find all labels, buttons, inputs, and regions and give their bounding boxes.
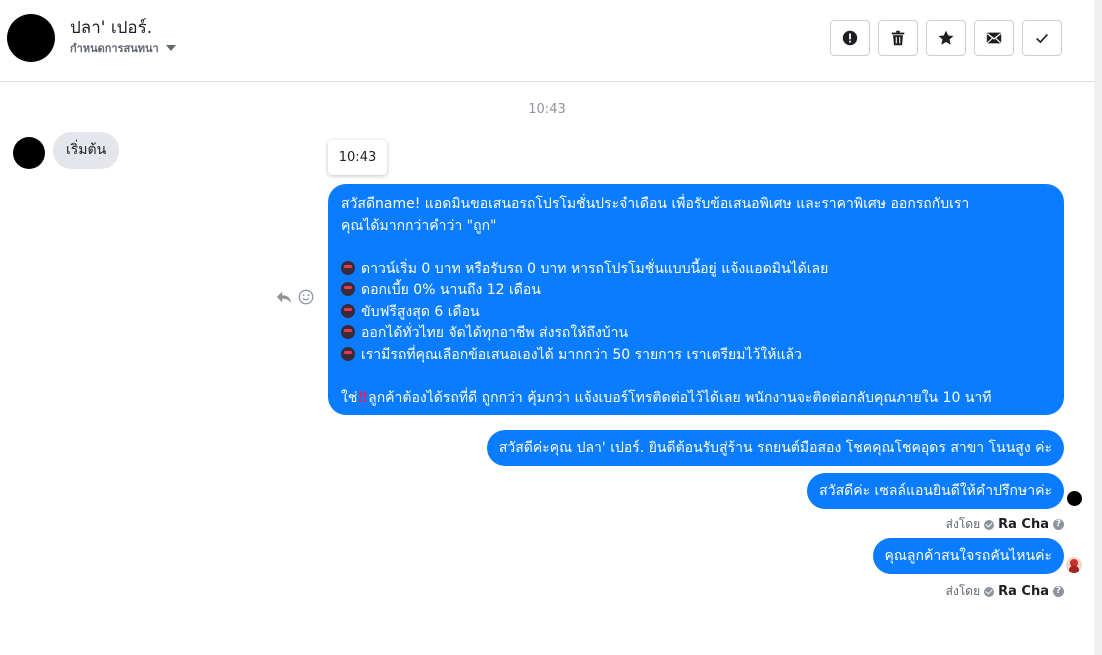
read-receipt-avatar — [1067, 491, 1082, 506]
contact-name[interactable]: ปลา' เปอร์. — [70, 14, 152, 41]
scrollbar[interactable] — [1094, 0, 1102, 655]
check-icon — [1036, 33, 1048, 44]
contact-avatar[interactable] — [7, 14, 55, 62]
promo-bullet: ดอกเบี้ย 0% นานถึง 12 เดือน — [341, 280, 1051, 302]
caret-down-icon — [165, 45, 176, 51]
message-thread[interactable]: 10:43 เริ่มต้น 10:43 สวัสดีname! แอดมินข… — [0, 83, 1094, 655]
conversation-stage-label: กำหนดการสนทนา — [70, 42, 159, 55]
sent-by-label: ส่งโดย — [945, 517, 981, 531]
help-icon[interactable]: ? — [1053, 586, 1064, 597]
question-message-bubble[interactable]: คุณลูกค้าสนใจรถคันไหนค่ะ — [872, 538, 1064, 574]
conversation-header: ปลา' เปอร์. กำหนดการสนทนา — [0, 0, 1094, 82]
sent-by-info: ส่งโดย Ra Cha ? — [946, 582, 1064, 601]
conversation-toolbar — [830, 20, 1062, 56]
promo-footer-prefix: ใช่ — [341, 389, 358, 406]
promo-bullet: ดาวน์เริ่ม 0 บาท หรือรับรถ 0 บาท หารถโปร… — [341, 259, 1051, 281]
reply-icon[interactable] — [275, 288, 293, 306]
time-separator: 10:43 — [528, 102, 566, 117]
promo-bullet: เรามีรถที่คุณเลือกข้อเสนอเองได้ มากกว่า … — [341, 345, 1051, 367]
double-exclamation-icon: ‼ — [358, 389, 368, 406]
help-icon[interactable]: ? — [1053, 519, 1064, 530]
robot-emoji-icon — [341, 325, 355, 339]
robot-emoji-icon — [341, 346, 355, 361]
promo-bullet-text: ดอกเบี้ย 0% นานถึง 12 เดือน — [361, 282, 541, 298]
mark-unread-button[interactable] — [974, 20, 1014, 56]
delete-button[interactable] — [878, 20, 918, 56]
greeting-message-bubble[interactable]: สวัสดีค่ะคุณ ปลา' เปอร์. ยินดีต้อนรับสู่… — [486, 430, 1064, 466]
promo-footer-text: ลูกค้าต้องได้รถที่ดี ถูกกว่า คุ้มกว่า แจ… — [368, 389, 992, 406]
star-button[interactable] — [926, 20, 966, 56]
promo-line: คุณได้มากกว่าคำว่า "ถูก" — [341, 217, 497, 234]
robot-emoji-icon — [341, 260, 355, 275]
sender-name[interactable]: Ra Cha — [998, 517, 1049, 532]
promo-line: สวัสดีname! แอดมินขอเสนอรถโปรโมชั่นประจำ… — [341, 196, 970, 212]
verified-check-icon — [984, 586, 995, 597]
sent-by-info: ส่งโดย Ra Cha ? — [946, 515, 1064, 534]
promo-bullet-text: เรามีรถที่คุณเลือกข้อเสนอเองได้ มากกว่า … — [361, 346, 802, 363]
message-time-tooltip: 10:43 — [328, 140, 387, 175]
envelope-icon — [986, 32, 1002, 44]
message-actions — [275, 288, 315, 306]
promo-bullet-text: ขับฟรีสูงสุด 6 เดือน — [361, 303, 480, 320]
promo-bullet-text: ดาวน์เริ่ม 0 บาท หรือรับรถ 0 บาท หารถโปร… — [361, 260, 829, 277]
robot-emoji-icon — [341, 282, 355, 296]
conversation-stage-dropdown[interactable]: กำหนดการสนทนา — [70, 39, 176, 57]
incoming-message-bubble[interactable]: เริ่มต้น — [53, 132, 120, 169]
promo-message-bubble[interactable]: สวัสดีname! แอดมินขอเสนอรถโปรโมชั่นประจำ… — [328, 184, 1064, 415]
promo-footer: ใช่‼ลูกค้าต้องได้รถที่ดี ถูกกว่า คุ้มกว่… — [341, 388, 1051, 410]
sent-by-label: ส่งโดย — [945, 584, 981, 598]
robot-emoji-icon — [341, 303, 355, 318]
promo-bullet-text: ออกได้ทั่วไทย จัดได้ทุกอาชีพ ส่งรถให้ถึง… — [361, 325, 629, 341]
mark-done-button[interactable] — [1022, 20, 1062, 56]
welcome-message-bubble[interactable]: สวัสดีค่ะ เซลล์แอนยินดีให้คำปรึกษาค่ะ — [807, 473, 1064, 509]
report-icon — [842, 30, 858, 46]
promo-bullet: ออกได้ทั่วไทย จัดได้ทุกอาชีพ ส่งรถให้ถึง… — [341, 323, 1051, 345]
verified-check-icon — [984, 519, 995, 530]
sender-name[interactable]: Ra Cha — [998, 584, 1049, 599]
star-icon — [938, 30, 954, 45]
seen-by-avatar — [1066, 557, 1082, 573]
messenger-inbox: ปลา' เปอร์. กำหนดการสนทนา 10:43 เริ่มต้น… — [0, 0, 1094, 655]
contact-message-avatar — [13, 137, 45, 169]
react-smiley-icon[interactable] — [297, 288, 315, 306]
mark-spam-button[interactable] — [830, 20, 870, 56]
trash-icon — [891, 30, 905, 46]
promo-bullet: ขับฟรีสูงสุด 6 เดือน — [341, 302, 1051, 324]
